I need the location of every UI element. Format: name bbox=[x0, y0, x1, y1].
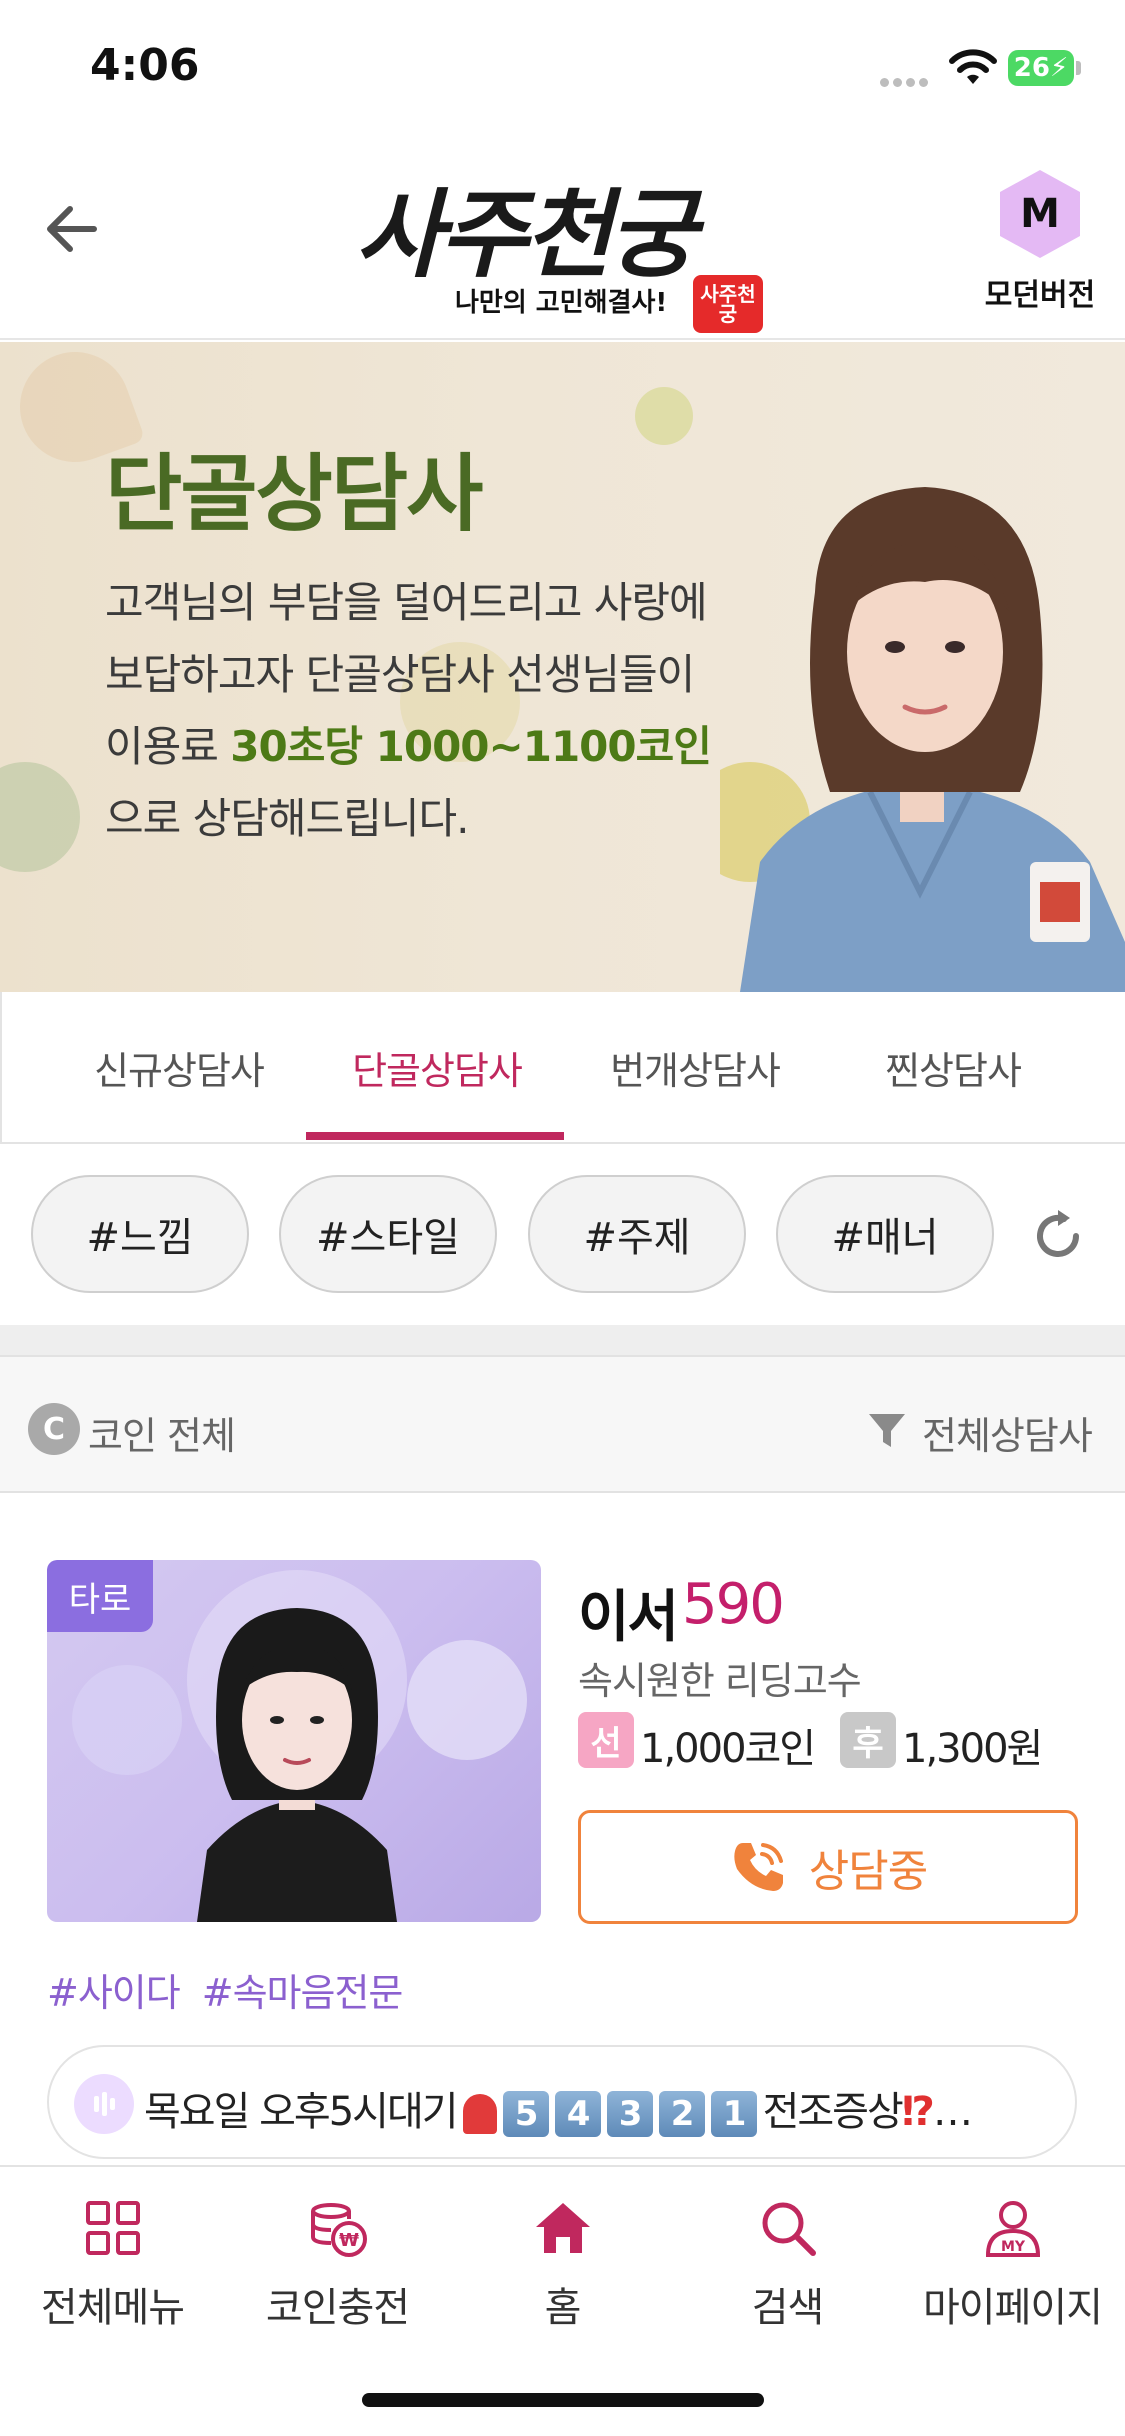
nav-all-menu[interactable]: 전체메뉴 bbox=[0, 2187, 225, 2331]
active-tab-indicator bbox=[306, 1132, 564, 1140]
app-header: 사주천궁 나만의 고민해결사! 사주천궁 M 모던버전 bbox=[0, 135, 1125, 340]
banner-line-prefix: 이용료 bbox=[105, 722, 231, 771]
filter-funnel-icon[interactable] bbox=[866, 1409, 908, 1451]
battery-level: 26 bbox=[1013, 53, 1050, 83]
circle-decoration bbox=[635, 387, 693, 445]
chip-manner[interactable]: #매너 bbox=[776, 1175, 994, 1293]
nav-my-page[interactable]: MY 마이페이지 bbox=[900, 2187, 1125, 2331]
coin-filter[interactable]: 코인 전체 bbox=[88, 1405, 236, 1460]
coin-charge-icon: ₩ bbox=[311, 2203, 367, 2257]
nav-label: 홈 bbox=[544, 2285, 582, 2331]
app-logo[interactable]: 사주천궁 나만의 고민해결사! 사주천궁 bbox=[355, 157, 775, 333]
counselor-hashtags: #사이다 #속마음전문 bbox=[47, 1962, 424, 2017]
postpaid-price: 1,300원 bbox=[902, 1726, 1043, 1772]
nav-label: 검색 bbox=[751, 2285, 825, 2331]
prepaid-price: 1,000코인 bbox=[640, 1726, 816, 1772]
nav-home[interactable]: 홈 bbox=[450, 2187, 675, 2331]
countdown-key: 4 bbox=[554, 2091, 601, 2137]
hashtag[interactable]: #사이다 bbox=[47, 1971, 181, 2015]
tab-regular-counselor[interactable]: 단골상담사 bbox=[308, 992, 566, 1142]
banner-title: 단골상담사 bbox=[105, 445, 483, 543]
status-time: 4:06 bbox=[90, 40, 200, 91]
tab-real-counselor[interactable]: 찐상담사 bbox=[824, 992, 1082, 1142]
flower-decoration bbox=[0, 762, 80, 872]
banner-price-highlight: 30초당 1000~1100코인 bbox=[230, 722, 712, 771]
counselor-photo[interactable]: 타로 bbox=[47, 1560, 541, 1922]
svg-text:₩: ₩ bbox=[339, 2230, 359, 2251]
banner-line: 이용료 30초당 1000~1100코인 bbox=[105, 711, 712, 783]
sound-wave-icon bbox=[74, 2074, 134, 2134]
countdown-key: 1 bbox=[710, 2091, 757, 2137]
nav-label: 마이페이지 bbox=[923, 2285, 1103, 2331]
chip-feeling[interactable]: #느낌 bbox=[31, 1175, 249, 1293]
counselor-code: 590 bbox=[682, 1572, 785, 1637]
banner-line: 보답하고자 단골상담사 선생님들이 bbox=[105, 650, 695, 699]
notice-suffix: 전조증상 bbox=[762, 2089, 904, 2135]
section-divider bbox=[0, 1325, 1125, 1355]
nav-label: 전체메뉴 bbox=[40, 2285, 185, 2331]
home-indicator bbox=[362, 2393, 764, 2407]
prepaid-badge: 선 bbox=[578, 1712, 634, 1768]
modern-version-label: 모던버전 bbox=[984, 278, 1096, 313]
counselor-filter[interactable]: 전체상담사 bbox=[922, 1405, 1093, 1460]
my-page-icon: MY bbox=[985, 2201, 1041, 2257]
tab-flash-counselor[interactable]: 번개상담사 bbox=[566, 992, 824, 1142]
wifi-icon bbox=[949, 49, 997, 84]
exclamation-question-icon: ⁉ bbox=[901, 2089, 935, 2135]
phone-icon bbox=[734, 1843, 783, 1891]
battery-cap bbox=[1076, 61, 1081, 75]
nav-label: 코인충전 bbox=[265, 2285, 410, 2331]
chip-style[interactable]: #스타일 bbox=[279, 1175, 497, 1293]
status-bar: 4:06 26 ⚡ bbox=[0, 0, 1125, 135]
postpaid-badge: 후 bbox=[840, 1712, 896, 1768]
siren-icon bbox=[462, 2094, 497, 2134]
consulting-status-label: 상담중 bbox=[808, 1846, 928, 1897]
promo-banner[interactable]: 단골상담사 고객님의 부담을 덜어드리고 사랑에 보답하고자 단골상담사 선생님… bbox=[0, 342, 1125, 992]
back-arrow-icon[interactable] bbox=[38, 195, 106, 263]
chip-topic[interactable]: #주제 bbox=[528, 1175, 746, 1293]
hashtag[interactable]: #속마음전문 bbox=[202, 1971, 404, 2015]
counselor-description: 속시원한 리딩고수 bbox=[578, 1659, 862, 1703]
home-icon bbox=[536, 2203, 590, 2253]
tab-new-counselor[interactable]: 신규상담사 bbox=[50, 992, 308, 1142]
search-icon bbox=[762, 2202, 816, 2256]
consulting-status-button[interactable]: 상담중 bbox=[578, 1810, 1078, 1924]
countdown-key: 5 bbox=[502, 2091, 549, 2137]
modern-version-icon: M bbox=[1000, 170, 1080, 258]
signal-icon bbox=[880, 72, 936, 87]
nav-search[interactable]: 검색 bbox=[675, 2187, 900, 2331]
coin-icon: C bbox=[28, 1403, 80, 1455]
nav-coin-charge[interactable]: ₩ 코인충전 bbox=[225, 2187, 450, 2331]
battery-icon: 26 ⚡ bbox=[1008, 50, 1074, 86]
counselor-tabs: 신규상담사 단골상담사 번개상담사 찐상담사 bbox=[0, 992, 1125, 1144]
counselor-name[interactable]: 이서 bbox=[578, 1572, 679, 1653]
notice-text: 목요일 오후5시대기 5 4 3 2 1 전조증상⁉… bbox=[144, 2079, 973, 2137]
grid-icon bbox=[86, 2201, 140, 2255]
logo-subtitle: 나만의 고민해결사! bbox=[455, 288, 668, 318]
countdown-key: 2 bbox=[658, 2091, 705, 2137]
category-tag: 타로 bbox=[47, 1560, 153, 1632]
counselor-notice[interactable]: 목요일 오후5시대기 5 4 3 2 1 전조증상⁉… bbox=[47, 2045, 1077, 2159]
refresh-icon[interactable] bbox=[1030, 1208, 1086, 1264]
modern-version-button[interactable]: M 모던버전 bbox=[980, 170, 1100, 330]
countdown-key: 3 bbox=[606, 2091, 653, 2137]
banner-body: 고객님의 부담을 덜어드리고 사랑에 보답하고자 단골상담사 선생님들이 이용료… bbox=[105, 567, 712, 855]
banner-line: 으로 상담해드립니다. bbox=[105, 794, 469, 843]
notice-prefix: 목요일 오후5시대기 bbox=[144, 2089, 459, 2135]
counselor-portrait bbox=[720, 487, 1125, 992]
notice-ellipsis: … bbox=[932, 2089, 973, 2135]
svg-text:MY: MY bbox=[1001, 2239, 1026, 2255]
logo-title: 사주천궁 bbox=[355, 178, 696, 291]
logo-stamp: 사주천궁 bbox=[693, 275, 763, 333]
banner-line: 고객님의 부담을 덜어드리고 사랑에 bbox=[105, 578, 708, 627]
filter-bar: C 코인 전체 전체상담사 bbox=[0, 1355, 1125, 1493]
